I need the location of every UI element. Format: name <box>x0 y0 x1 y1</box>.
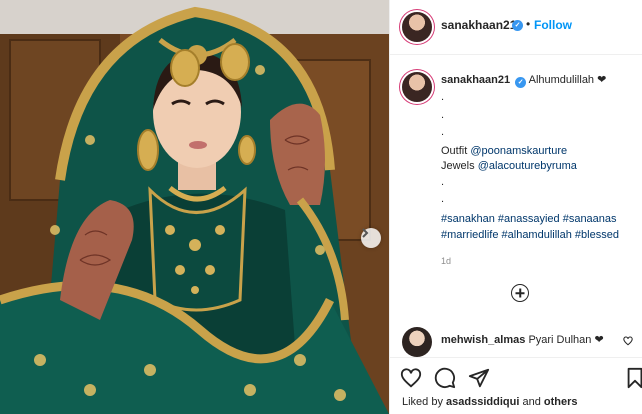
caption-dot: . <box>441 126 445 138</box>
comment-line: mehwish_almas Pyari Dulhan ❤ <box>441 333 604 346</box>
caption-avatar[interactable] <box>402 72 432 102</box>
post-photo[interactable] <box>0 0 389 414</box>
likes-others-link[interactable]: others <box>544 396 578 408</box>
paper-plane-icon[interactable] <box>468 367 490 389</box>
likes-connector: and <box>522 396 541 408</box>
outfit-label: Outfit <box>441 145 468 157</box>
caption-block: sanakhaan21 ✓ Alhumdulillah ❤ . . . Outf… <box>390 56 642 318</box>
caption-dot: . <box>441 109 445 121</box>
chevron-right-icon <box>362 228 369 238</box>
caption-first-line: sanakhaan21 ✓ Alhumdulillah ❤ <box>441 74 607 88</box>
caption-text: Alhumdulillah ❤ <box>528 74 607 86</box>
likes-prefix: Liked by <box>402 396 443 408</box>
jewels-mention-link[interactable]: @alacouturebyruma <box>478 160 577 172</box>
bride-illustration <box>0 0 389 414</box>
bookmark-icon[interactable] <box>624 367 642 389</box>
heart-icon[interactable] <box>623 336 633 346</box>
caption-username[interactable]: sanakhaan21 <box>441 74 510 86</box>
comment-icon[interactable] <box>434 367 456 389</box>
hashtags-line-2[interactable]: #marriedlife #alhamdulillah #blessed <box>441 229 619 242</box>
caption-dot: . <box>441 176 445 188</box>
plus-circle-icon[interactable] <box>511 284 529 302</box>
post-side-panel: sanakhaan21 ✓ • Follow sanakhaan21 ✓ Alh… <box>389 0 642 414</box>
heart-icon[interactable] <box>400 367 422 389</box>
caption-jewels-line: Jewels @alacouturebyruma <box>441 160 577 173</box>
outfit-mention-link[interactable]: @poonamskaurture <box>470 145 567 157</box>
header-username[interactable]: sanakhaan21 <box>441 18 516 32</box>
likes-user-link[interactable]: asadssiddiqui <box>446 396 519 408</box>
action-bar: Liked by asadssiddiqui and others <box>390 357 642 414</box>
caption-dot: . <box>441 193 445 205</box>
separator-dot: • <box>526 17 531 31</box>
commenter-avatar[interactable] <box>402 327 432 357</box>
post-header: sanakhaan21 ✓ • Follow <box>390 0 642 55</box>
verified-badge-icon: ✓ <box>515 77 527 88</box>
avatar[interactable] <box>402 12 432 42</box>
post-timestamp[interactable]: 1d <box>441 256 451 266</box>
comment-text: Pyari Dulhan ❤ <box>528 334 604 346</box>
next-photo-button[interactable] <box>361 228 381 248</box>
comment-row: mehwish_almas Pyari Dulhan ❤ <box>390 322 642 357</box>
caption-dot: . <box>441 91 445 103</box>
verified-badge-icon: ✓ <box>512 20 523 31</box>
jewels-label: Jewels <box>441 160 475 172</box>
caption-outfit-line: Outfit @poonamskaurture <box>441 145 567 158</box>
follow-button[interactable]: Follow <box>534 18 572 32</box>
likes-summary: Liked by asadssiddiqui and others <box>402 396 578 408</box>
hashtags-line-1[interactable]: #sanakhan #anassayied #sanaanas <box>441 213 617 226</box>
comment-username[interactable]: mehwish_almas <box>441 334 525 346</box>
